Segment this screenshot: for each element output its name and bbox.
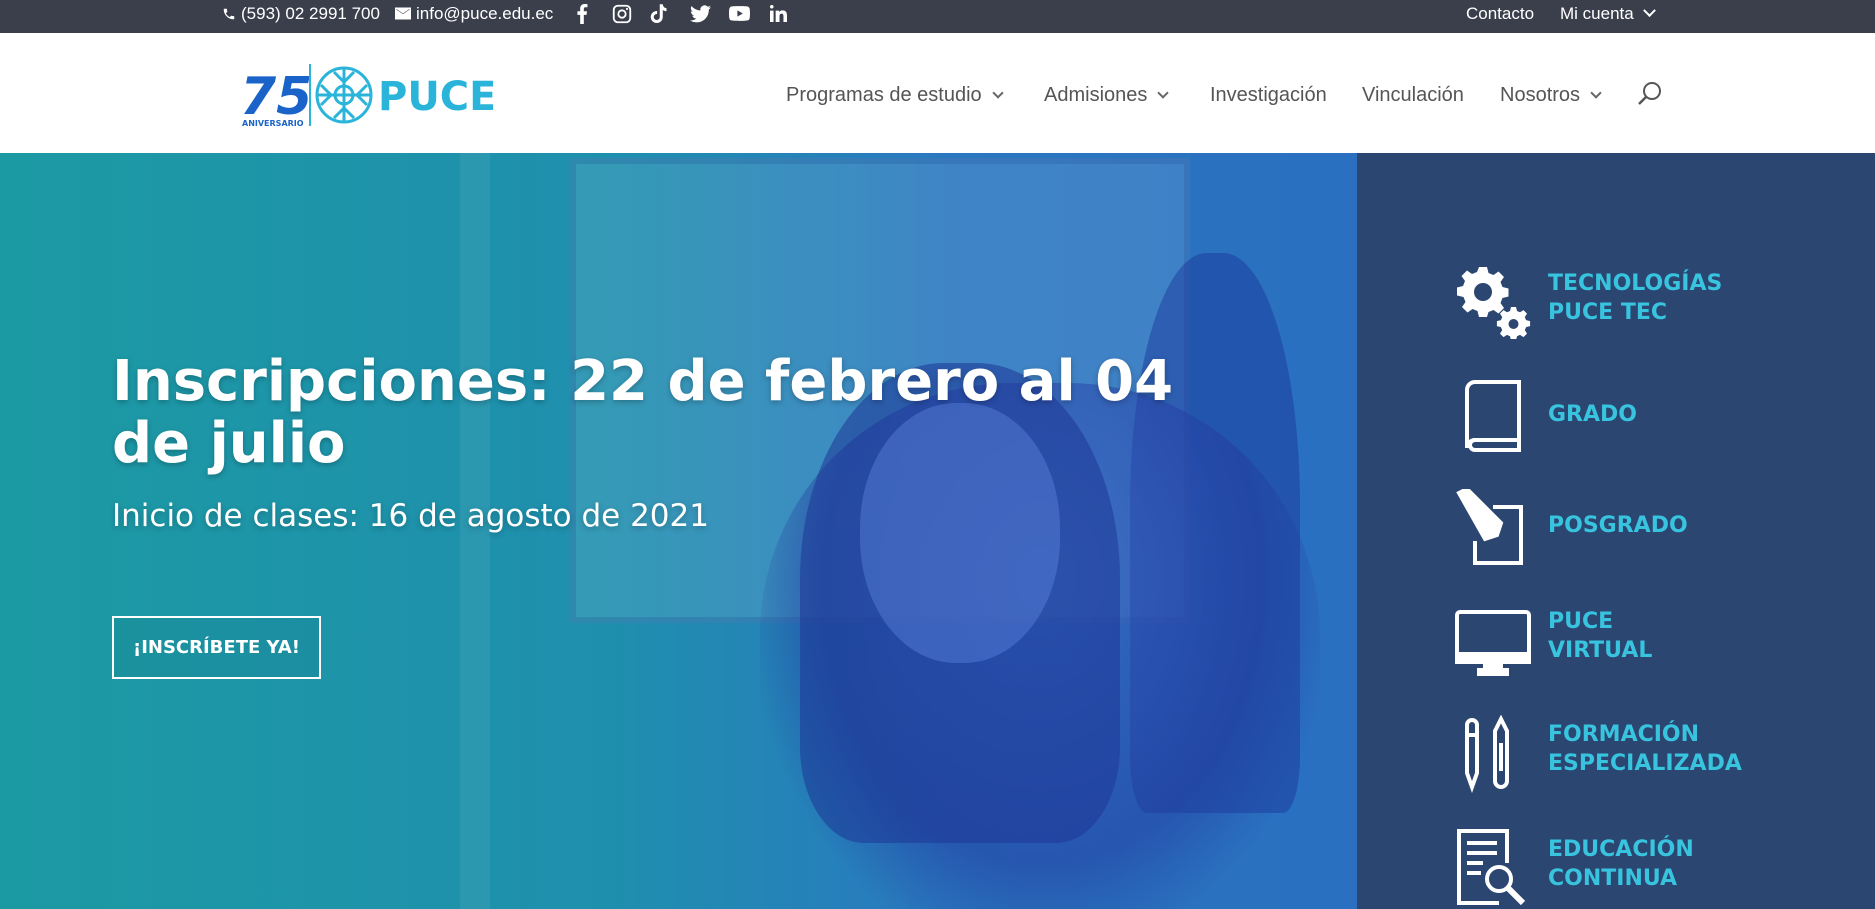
top-bar: (593) 02 2991 700 info@puce.edu.ec Conta… xyxy=(0,0,1875,33)
account-menu[interactable]: Mi cuenta xyxy=(1560,0,1656,27)
panel-item-grado[interactable]: GRADO xyxy=(1357,376,1875,466)
account-label: Mi cuenta xyxy=(1560,3,1634,23)
twitter-link[interactable] xyxy=(690,0,711,27)
instagram-icon xyxy=(612,4,632,24)
youtube-icon xyxy=(729,6,750,21)
panel-item-educacion[interactable]: EDUCACIÓN CONTINUA xyxy=(1357,827,1875,909)
nav-research-label: Investigación xyxy=(1210,83,1327,106)
phone-number: (593) 02 2991 700 xyxy=(241,3,380,23)
nav-about-label: Nosotros xyxy=(1500,83,1581,106)
panel-item-line1: GRADO xyxy=(1548,402,1637,427)
pens-icon xyxy=(1465,715,1509,793)
linkedin-link[interactable] xyxy=(770,0,787,27)
chevron-down-icon xyxy=(1642,4,1656,18)
hero-subtitle: Inicio de clases: 16 de agosto de 2021 xyxy=(112,498,709,534)
panel-item-tecnologias[interactable]: TECNOLOGÍAS PUCE TEC xyxy=(1357,259,1875,349)
panel-item-line2: ESPECIALIZADA xyxy=(1548,751,1742,776)
search-icon xyxy=(1638,82,1661,105)
facebook-link[interactable] xyxy=(576,0,588,27)
site-logo[interactable]: 75 ANIVERSARIO PUCE xyxy=(238,60,496,130)
book-icon xyxy=(1465,380,1521,452)
panel-item-line1: EDUCACIÓN xyxy=(1548,837,1694,862)
monitor-icon xyxy=(1455,610,1531,676)
tiktok-icon xyxy=(650,3,668,24)
enroll-button[interactable]: ¡INSCRÍBETE YA! xyxy=(112,616,321,679)
logo-brand: PUCE xyxy=(378,74,493,120)
phone-icon xyxy=(222,7,236,21)
logo-emblem xyxy=(315,66,373,124)
programs-panel: TECNOLOGÍAS PUCE TEC GRADO POSGRADO PUCE… xyxy=(1357,153,1875,909)
facebook-icon xyxy=(576,3,588,24)
gears-icon xyxy=(1457,267,1531,339)
search-button[interactable] xyxy=(1636,80,1664,108)
logo-anniversary-number: 75 xyxy=(240,67,312,127)
panel-item-line1: FORMACIÓN xyxy=(1548,722,1700,747)
linkedin-icon xyxy=(770,5,787,22)
nav-research[interactable]: Investigación xyxy=(1210,80,1327,110)
panel-item-line1: TECNOLOGÍAS xyxy=(1548,271,1723,296)
panel-item-line1: PUCE xyxy=(1548,609,1614,634)
panel-item-line2: PUCE TEC xyxy=(1548,300,1668,325)
youtube-link[interactable] xyxy=(729,0,750,27)
instagram-link[interactable] xyxy=(612,0,632,27)
mail-icon xyxy=(395,7,411,20)
chevron-down-icon xyxy=(992,86,1004,99)
panel-item-virtual[interactable]: PUCE VIRTUAL xyxy=(1357,604,1875,694)
email-link[interactable]: info@puce.edu.ec xyxy=(395,0,553,27)
panel-item-posgrado[interactable]: POSGRADO xyxy=(1357,489,1875,579)
nav-admissions[interactable]: Admisiones xyxy=(1044,80,1170,110)
panel-item-formacion[interactable]: FORMACIÓN ESPECIALIZADA xyxy=(1357,715,1875,805)
chevron-down-icon xyxy=(1157,86,1170,99)
nav-programs[interactable]: Programas de estudio xyxy=(786,80,1004,110)
hero-title: Inscripciones: 22 de febrero al 04 de ju… xyxy=(112,349,1174,476)
pencil-document-icon xyxy=(1456,489,1523,565)
nav-about[interactable]: Nosotros xyxy=(1500,80,1602,110)
logo-anniversary-label: ANIVERSARIO xyxy=(242,119,304,128)
panel-item-line2: VIRTUAL xyxy=(1548,638,1653,663)
phone-link[interactable]: (593) 02 2991 700 xyxy=(222,0,380,27)
twitter-icon xyxy=(690,4,711,23)
nav-outreach-label: Vinculación xyxy=(1362,83,1464,106)
contact-label: Contacto xyxy=(1466,3,1535,23)
document-search-icon xyxy=(1457,829,1526,906)
panel-item-line2: CONTINUA xyxy=(1548,866,1678,891)
email-address: info@puce.edu.ec xyxy=(416,3,554,23)
tiktok-link[interactable] xyxy=(650,0,668,27)
nav-outreach[interactable]: Vinculación xyxy=(1362,80,1464,110)
panel-item-line1: POSGRADO xyxy=(1548,513,1688,538)
hero-banner: Inscripciones: 22 de febrero al 04 de ju… xyxy=(0,153,1357,909)
chevron-down-icon xyxy=(1590,86,1602,99)
nav-programs-label: Programas de estudio xyxy=(786,83,982,106)
contact-link[interactable]: Contacto xyxy=(1466,0,1534,27)
nav-admissions-label: Admisiones xyxy=(1044,83,1148,106)
